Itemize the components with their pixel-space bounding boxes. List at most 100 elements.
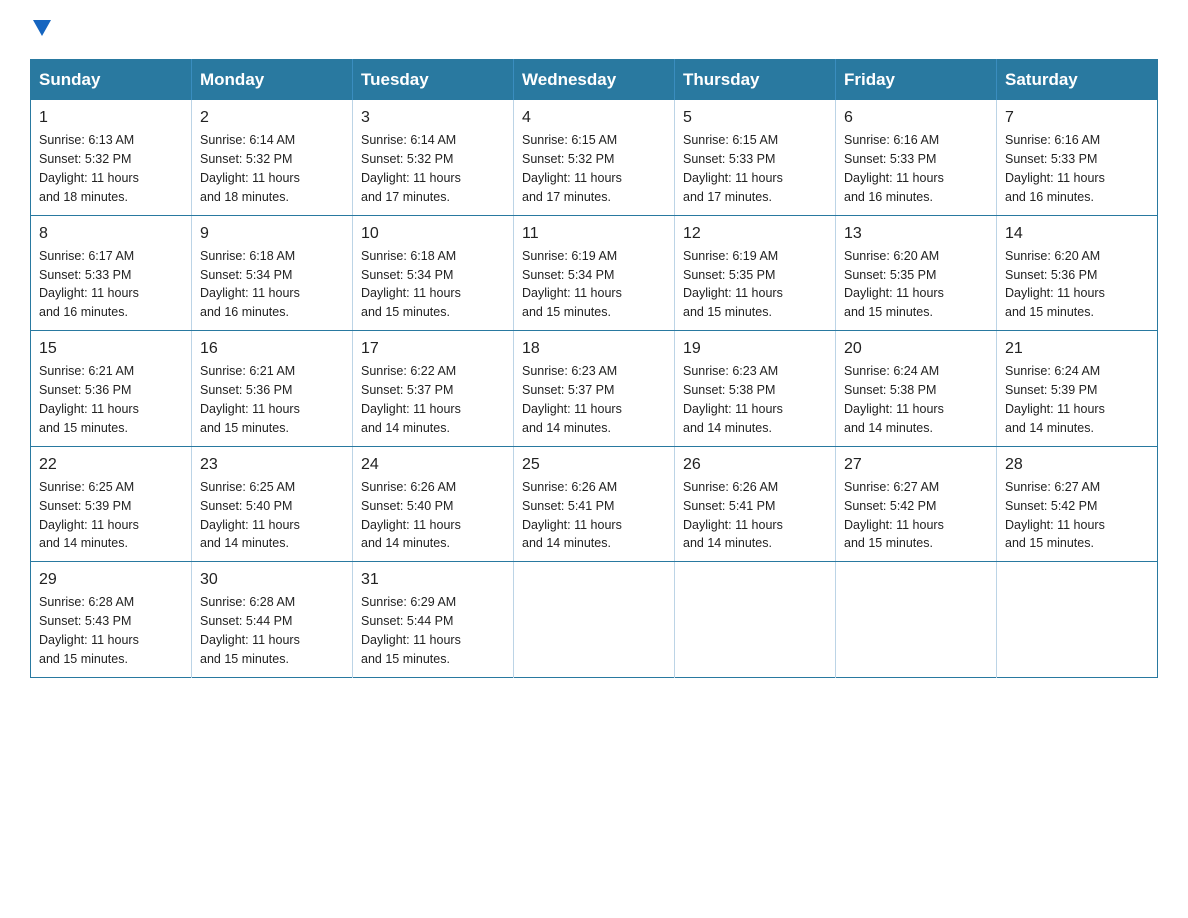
calendar-cell: 17 Sunrise: 6:22 AMSunset: 5:37 PMDaylig… [353,331,514,447]
day-number: 30 [200,568,344,591]
logo-triangle-icon [33,20,51,38]
day-info: Sunrise: 6:23 AMSunset: 5:38 PMDaylight:… [683,364,783,435]
calendar-cell: 29 Sunrise: 6:28 AMSunset: 5:43 PMDaylig… [31,562,192,678]
calendar-table: SundayMondayTuesdayWednesdayThursdayFrid… [30,59,1158,678]
calendar-cell: 1 Sunrise: 6:13 AMSunset: 5:32 PMDayligh… [31,100,192,215]
day-info: Sunrise: 6:26 AMSunset: 5:41 PMDaylight:… [683,480,783,551]
day-info: Sunrise: 6:24 AMSunset: 5:39 PMDaylight:… [1005,364,1105,435]
day-number: 24 [361,453,505,476]
calendar-week-row: 15 Sunrise: 6:21 AMSunset: 5:36 PMDaylig… [31,331,1158,447]
day-info: Sunrise: 6:13 AMSunset: 5:32 PMDaylight:… [39,133,139,204]
calendar-cell: 21 Sunrise: 6:24 AMSunset: 5:39 PMDaylig… [997,331,1158,447]
calendar-cell: 30 Sunrise: 6:28 AMSunset: 5:44 PMDaylig… [192,562,353,678]
day-info: Sunrise: 6:15 AMSunset: 5:33 PMDaylight:… [683,133,783,204]
calendar-cell: 22 Sunrise: 6:25 AMSunset: 5:39 PMDaylig… [31,446,192,562]
day-number: 7 [1005,106,1149,129]
calendar-week-row: 8 Sunrise: 6:17 AMSunset: 5:33 PMDayligh… [31,215,1158,331]
calendar-cell: 13 Sunrise: 6:20 AMSunset: 5:35 PMDaylig… [836,215,997,331]
day-info: Sunrise: 6:29 AMSunset: 5:44 PMDaylight:… [361,595,461,666]
day-info: Sunrise: 6:27 AMSunset: 5:42 PMDaylight:… [844,480,944,551]
calendar-cell: 16 Sunrise: 6:21 AMSunset: 5:36 PMDaylig… [192,331,353,447]
weekday-header-saturday: Saturday [997,60,1158,101]
calendar-cell: 6 Sunrise: 6:16 AMSunset: 5:33 PMDayligh… [836,100,997,215]
calendar-cell: 3 Sunrise: 6:14 AMSunset: 5:32 PMDayligh… [353,100,514,215]
day-info: Sunrise: 6:21 AMSunset: 5:36 PMDaylight:… [39,364,139,435]
calendar-cell: 9 Sunrise: 6:18 AMSunset: 5:34 PMDayligh… [192,215,353,331]
calendar-cell [997,562,1158,678]
day-number: 27 [844,453,988,476]
day-number: 9 [200,222,344,245]
calendar-cell: 27 Sunrise: 6:27 AMSunset: 5:42 PMDaylig… [836,446,997,562]
calendar-week-row: 1 Sunrise: 6:13 AMSunset: 5:32 PMDayligh… [31,100,1158,215]
calendar-cell [675,562,836,678]
day-info: Sunrise: 6:19 AMSunset: 5:34 PMDaylight:… [522,249,622,320]
day-info: Sunrise: 6:28 AMSunset: 5:43 PMDaylight:… [39,595,139,666]
calendar-cell: 15 Sunrise: 6:21 AMSunset: 5:36 PMDaylig… [31,331,192,447]
day-number: 4 [522,106,666,129]
day-number: 20 [844,337,988,360]
logo [30,20,51,39]
calendar-cell: 28 Sunrise: 6:27 AMSunset: 5:42 PMDaylig… [997,446,1158,562]
day-info: Sunrise: 6:26 AMSunset: 5:40 PMDaylight:… [361,480,461,551]
day-info: Sunrise: 6:15 AMSunset: 5:32 PMDaylight:… [522,133,622,204]
calendar-cell [836,562,997,678]
day-info: Sunrise: 6:22 AMSunset: 5:37 PMDaylight:… [361,364,461,435]
calendar-cell: 5 Sunrise: 6:15 AMSunset: 5:33 PMDayligh… [675,100,836,215]
day-number: 6 [844,106,988,129]
calendar-cell: 4 Sunrise: 6:15 AMSunset: 5:32 PMDayligh… [514,100,675,215]
day-info: Sunrise: 6:25 AMSunset: 5:39 PMDaylight:… [39,480,139,551]
calendar-cell: 7 Sunrise: 6:16 AMSunset: 5:33 PMDayligh… [997,100,1158,215]
day-info: Sunrise: 6:25 AMSunset: 5:40 PMDaylight:… [200,480,300,551]
calendar-cell: 14 Sunrise: 6:20 AMSunset: 5:36 PMDaylig… [997,215,1158,331]
weekday-header-monday: Monday [192,60,353,101]
calendar-cell: 8 Sunrise: 6:17 AMSunset: 5:33 PMDayligh… [31,215,192,331]
calendar-cell: 19 Sunrise: 6:23 AMSunset: 5:38 PMDaylig… [675,331,836,447]
day-number: 26 [683,453,827,476]
day-number: 2 [200,106,344,129]
day-number: 5 [683,106,827,129]
day-number: 29 [39,568,183,591]
day-number: 22 [39,453,183,476]
weekday-header-wednesday: Wednesday [514,60,675,101]
weekday-header-friday: Friday [836,60,997,101]
weekday-header-thursday: Thursday [675,60,836,101]
day-number: 11 [522,222,666,245]
day-info: Sunrise: 6:24 AMSunset: 5:38 PMDaylight:… [844,364,944,435]
day-info: Sunrise: 6:26 AMSunset: 5:41 PMDaylight:… [522,480,622,551]
page-header [30,20,1158,39]
day-info: Sunrise: 6:23 AMSunset: 5:37 PMDaylight:… [522,364,622,435]
day-info: Sunrise: 6:16 AMSunset: 5:33 PMDaylight:… [844,133,944,204]
calendar-cell [514,562,675,678]
day-info: Sunrise: 6:18 AMSunset: 5:34 PMDaylight:… [200,249,300,320]
day-info: Sunrise: 6:16 AMSunset: 5:33 PMDaylight:… [1005,133,1105,204]
day-info: Sunrise: 6:20 AMSunset: 5:36 PMDaylight:… [1005,249,1105,320]
day-number: 1 [39,106,183,129]
calendar-cell: 12 Sunrise: 6:19 AMSunset: 5:35 PMDaylig… [675,215,836,331]
calendar-cell: 11 Sunrise: 6:19 AMSunset: 5:34 PMDaylig… [514,215,675,331]
day-number: 16 [200,337,344,360]
day-number: 28 [1005,453,1149,476]
calendar-header-row: SundayMondayTuesdayWednesdayThursdayFrid… [31,60,1158,101]
day-number: 23 [200,453,344,476]
calendar-cell: 2 Sunrise: 6:14 AMSunset: 5:32 PMDayligh… [192,100,353,215]
calendar-cell: 18 Sunrise: 6:23 AMSunset: 5:37 PMDaylig… [514,331,675,447]
calendar-cell: 31 Sunrise: 6:29 AMSunset: 5:44 PMDaylig… [353,562,514,678]
calendar-week-row: 29 Sunrise: 6:28 AMSunset: 5:43 PMDaylig… [31,562,1158,678]
day-info: Sunrise: 6:17 AMSunset: 5:33 PMDaylight:… [39,249,139,320]
weekday-header-sunday: Sunday [31,60,192,101]
day-info: Sunrise: 6:14 AMSunset: 5:32 PMDaylight:… [361,133,461,204]
day-number: 3 [361,106,505,129]
day-number: 10 [361,222,505,245]
day-number: 19 [683,337,827,360]
calendar-cell: 26 Sunrise: 6:26 AMSunset: 5:41 PMDaylig… [675,446,836,562]
calendar-cell: 24 Sunrise: 6:26 AMSunset: 5:40 PMDaylig… [353,446,514,562]
day-info: Sunrise: 6:27 AMSunset: 5:42 PMDaylight:… [1005,480,1105,551]
day-info: Sunrise: 6:19 AMSunset: 5:35 PMDaylight:… [683,249,783,320]
day-info: Sunrise: 6:28 AMSunset: 5:44 PMDaylight:… [200,595,300,666]
day-number: 12 [683,222,827,245]
day-info: Sunrise: 6:21 AMSunset: 5:36 PMDaylight:… [200,364,300,435]
day-number: 21 [1005,337,1149,360]
calendar-cell: 10 Sunrise: 6:18 AMSunset: 5:34 PMDaylig… [353,215,514,331]
day-number: 13 [844,222,988,245]
day-number: 8 [39,222,183,245]
